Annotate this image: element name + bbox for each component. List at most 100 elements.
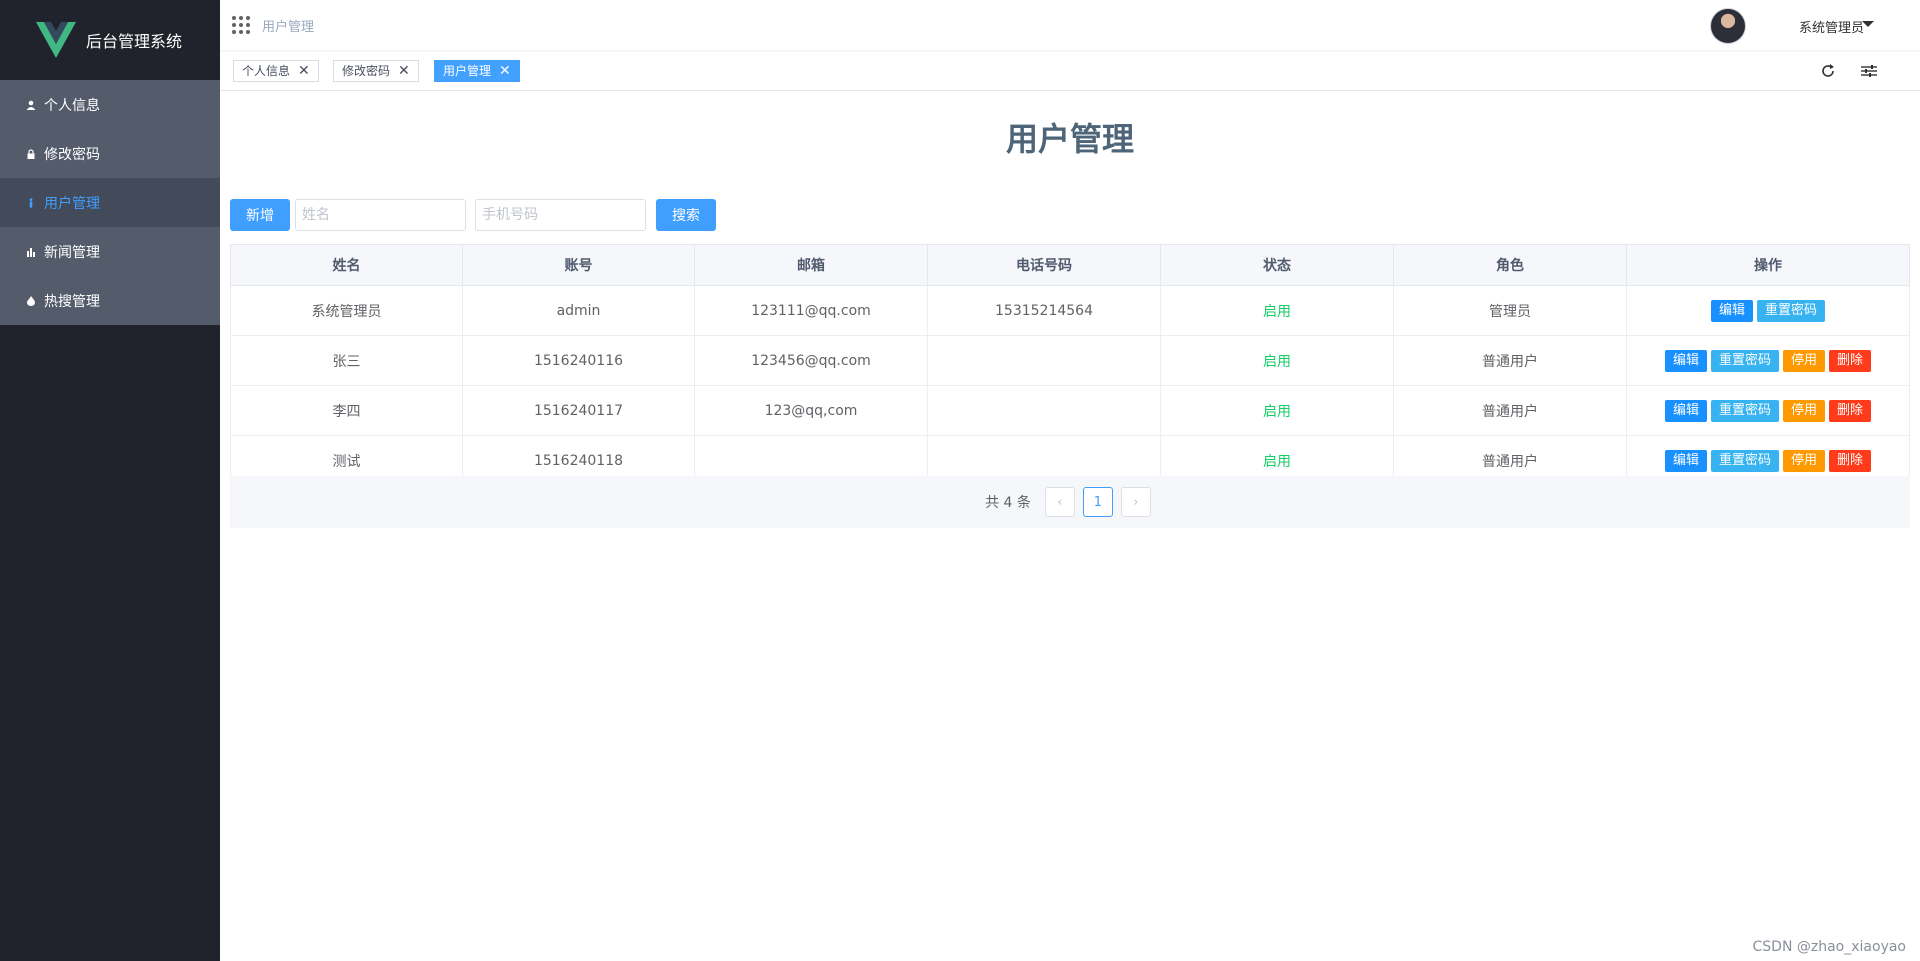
phone-input[interactable] — [475, 199, 646, 231]
reset-password-button[interactable]: 重置密码 — [1710, 349, 1779, 372]
avatar[interactable] — [1710, 8, 1746, 44]
cell-account: 1516240116 — [462, 335, 695, 386]
delete-button[interactable]: 删除 — [1829, 349, 1872, 372]
page-title: 用户管理 — [1005, 120, 1134, 158]
cell-account: admin — [462, 285, 695, 336]
bar-chart-icon — [27, 247, 35, 257]
settings-sliders-icon[interactable] — [1860, 63, 1878, 79]
pagination: 共 4 条 ‹ 1 › — [230, 476, 1910, 528]
menu-grid-icon[interactable] — [232, 16, 250, 34]
watermark: CSDN @zhao_xiaoyao — [1752, 939, 1906, 955]
edit-button[interactable]: 编辑 — [1664, 399, 1707, 422]
edit-button[interactable]: 编辑 — [1664, 449, 1707, 472]
sidebar-menu: 个人信息 修改密码 用户管理 新闻管理 热搜管理 — [0, 80, 220, 325]
cell-status: 启用 — [1160, 385, 1394, 436]
vue-logo-icon — [36, 22, 76, 58]
cell-account: 1516240117 — [462, 385, 695, 436]
cell-role: 管理员 — [1393, 285, 1627, 336]
cell-ops: 编辑 重置密码 — [1626, 285, 1910, 336]
cell-phone — [927, 385, 1161, 436]
cell-role: 普通用户 — [1393, 335, 1627, 386]
sidebar-item-label: 新闻管理 — [44, 244, 100, 261]
sidebar-item-users[interactable]: 用户管理 — [0, 178, 220, 227]
disable-button[interactable]: 停用 — [1783, 349, 1826, 372]
table-row: 系统管理员 admin 123111@qq.com 15315214564 启用… — [230, 285, 1910, 336]
sidebar-item-news[interactable]: 新闻管理 — [0, 227, 220, 276]
page-number-button[interactable]: 1 — [1082, 487, 1113, 517]
refresh-icon[interactable] — [1820, 63, 1836, 79]
main-content: 用户管理 新增 搜索 姓名 账号 邮箱 电话号码 状态 角色 操作 系统管理员 … — [220, 94, 1920, 961]
edit-button[interactable]: 编辑 — [1710, 299, 1753, 322]
prev-page-button[interactable]: ‹ — [1044, 487, 1075, 517]
chevron-right-icon: › — [1133, 494, 1139, 510]
close-icon[interactable]: ✕ — [298, 60, 310, 82]
cell-email: 123@qq,com — [694, 385, 928, 436]
table-row: 李四 1516240117 123@qq,com 启用 普通用户 编辑 重置密码停… — [230, 385, 1910, 436]
user-icon — [26, 100, 36, 110]
cell-name: 系统管理员 — [230, 285, 463, 336]
cell-ops: 编辑 重置密码 停用 删除 — [1626, 335, 1910, 386]
col-header: 角色 — [1393, 244, 1627, 286]
close-icon[interactable]: ✕ — [398, 60, 410, 82]
sidebar: 后台管理系统 个人信息 修改密码 用户管理 新闻管理 热搜管理 — [0, 0, 220, 961]
col-header: 账号 — [462, 244, 695, 286]
person-icon — [29, 197, 33, 208]
close-icon[interactable]: ✕ — [499, 60, 511, 82]
next-page-button[interactable]: › — [1120, 487, 1151, 517]
tag-label: 修改密码 — [342, 64, 391, 78]
tag-profile[interactable]: 个人信息 ✕ — [233, 60, 319, 82]
table-header-row: 姓名 账号 邮箱 电话号码 状态 角色 操作 — [230, 244, 1910, 286]
col-header: 操作 — [1626, 244, 1910, 286]
cell-phone — [927, 335, 1161, 386]
sidebar-item-label: 用户管理 — [44, 195, 100, 212]
cell-phone: 15315214564 — [927, 285, 1161, 336]
reset-password-button[interactable]: 重置密码 — [1757, 299, 1826, 322]
disable-button[interactable]: 停用 — [1783, 399, 1826, 422]
delete-button[interactable]: 删除 — [1829, 399, 1872, 422]
cell-email: 123111@qq.com — [694, 285, 928, 336]
delete-button[interactable]: 删除 — [1829, 449, 1872, 472]
col-header: 姓名 — [230, 244, 463, 286]
col-header: 邮箱 — [694, 244, 928, 286]
total-count: 共 4 条 — [985, 495, 1031, 511]
name-input[interactable] — [295, 199, 466, 231]
sidebar-item-label: 个人信息 — [44, 97, 100, 114]
cell-status: 启用 — [1160, 285, 1394, 336]
sidebar-item-label: 热搜管理 — [44, 293, 100, 310]
tag-password[interactable]: 修改密码 ✕ — [333, 60, 419, 82]
disable-button[interactable]: 停用 — [1783, 449, 1826, 472]
cell-status: 启用 — [1160, 335, 1394, 386]
search-button[interactable]: 搜索 — [656, 199, 716, 231]
tag-users[interactable]: 用户管理 ✕ — [434, 60, 520, 82]
toolbar: 新增 搜索 — [230, 199, 716, 231]
app-title: 后台管理系统 — [86, 32, 183, 51]
caret-down-icon[interactable] — [1862, 21, 1874, 27]
reset-password-button[interactable]: 重置密码 — [1710, 449, 1779, 472]
breadcrumb: 用户管理 — [262, 19, 315, 35]
cell-name: 李四 — [230, 385, 463, 436]
logo: 后台管理系统 — [0, 0, 220, 80]
tag-label: 用户管理 — [443, 64, 492, 78]
tags-view: 个人信息 ✕ 修改密码 ✕ 用户管理 ✕ — [220, 52, 1920, 91]
reset-password-button[interactable]: 重置密码 — [1710, 399, 1779, 422]
cell-role: 普通用户 — [1393, 385, 1627, 436]
col-header: 状态 — [1160, 244, 1394, 286]
cell-name: 张三 — [230, 335, 463, 386]
top-header: 用户管理 系统管理员 — [220, 0, 1920, 50]
user-table: 姓名 账号 邮箱 电话号码 状态 角色 操作 系统管理员 admin 12311… — [230, 244, 1910, 486]
tag-label: 个人信息 — [242, 64, 291, 78]
cell-ops: 编辑 重置密码 停用 删除 — [1626, 385, 1910, 436]
col-header: 电话号码 — [927, 244, 1161, 286]
sidebar-item-password[interactable]: 修改密码 — [0, 129, 220, 178]
cell-email: 123456@qq.com — [694, 335, 928, 386]
lock-icon — [27, 148, 35, 159]
user-name[interactable]: 系统管理员 — [1799, 17, 1864, 36]
add-button[interactable]: 新增 — [230, 199, 290, 231]
table-row: 张三 1516240116 123456@qq.com 启用 普通用户 编辑 重置… — [230, 335, 1910, 386]
edit-button[interactable]: 编辑 — [1664, 349, 1707, 372]
chevron-left-icon: ‹ — [1057, 494, 1063, 510]
sidebar-item-hot-search[interactable]: 热搜管理 — [0, 276, 220, 325]
sidebar-item-label: 修改密码 — [44, 146, 100, 163]
flame-icon — [27, 295, 35, 306]
sidebar-item-profile[interactable]: 个人信息 — [0, 80, 220, 129]
